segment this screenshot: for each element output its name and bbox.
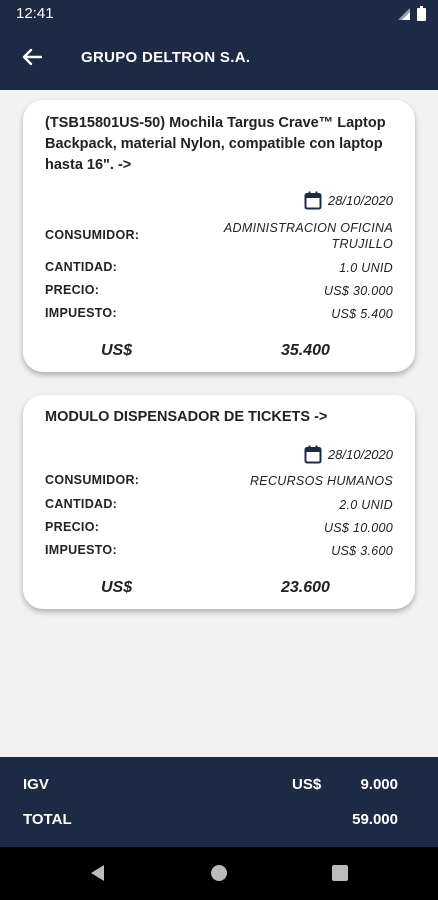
triangle-back-icon[interactable] [89, 864, 107, 887]
square-recents-icon[interactable] [331, 864, 349, 887]
price-value: US$ 30.000 [323, 284, 393, 298]
calendar-icon [304, 445, 322, 464]
consumer-line-2: TRUJILLO [331, 237, 393, 251]
status-bar: 12:41 [0, 0, 438, 28]
price-label: PRECIO: [45, 283, 100, 297]
order-card[interactable]: (TSB15801US-50) Mochila Targus Crave™ La… [23, 100, 415, 372]
price-row: PRECIO: US$ 30.000 [45, 283, 393, 299]
price-label: PRECIO: [45, 520, 100, 534]
page-title: GRUPO DELTRON S.A. [81, 49, 251, 66]
total-value: 35.400 [281, 342, 330, 359]
battery-icon [417, 6, 426, 26]
consumer-label: CONSUMIDOR: [45, 473, 140, 487]
signal-icon [397, 7, 411, 26]
price-value: US$ 10.000 [323, 521, 393, 535]
tax-value: US$ 3.600 [331, 544, 393, 558]
summary-footer: IGV US$ 9.000 TOTAL 59.000 [0, 757, 438, 847]
date-display: 28/10/2020 [304, 445, 393, 464]
consumer-value: RECURSOS HUMANOS [249, 474, 393, 488]
system-nav-bar [0, 847, 438, 900]
tax-label: IMPUESTO: [45, 306, 117, 320]
tax-row: IMPUESTO: US$ 5.400 [45, 306, 393, 322]
arrow-left-icon [22, 48, 43, 71]
order-card[interactable]: MODULO DISPENSADOR DE TICKETS -> 28/10/2… [23, 395, 415, 609]
tax-row: IMPUESTO: US$ 3.600 [45, 543, 393, 559]
quantity-row: CANTIDAD: 1.0 UNID [45, 260, 393, 276]
date-text: 28/10/2020 [327, 193, 393, 208]
product-title: MODULO DISPENSADOR DE TICKETS -> [45, 409, 328, 425]
calendar-icon [304, 191, 322, 210]
consumer-row: CONSUMIDOR: RECURSOS HUMANOS [45, 473, 393, 489]
date-display: 28/10/2020 [304, 191, 393, 210]
igv-currency: US$ [292, 776, 322, 793]
content-area: (TSB15801US-50) Mochila Targus Crave™ La… [0, 90, 438, 757]
tax-label: IMPUESTO: [45, 543, 117, 557]
igv-value: 9.000 [360, 776, 398, 793]
back-button[interactable] [14, 43, 50, 75]
consumer-value: ADMINISTRACION OFICINA TRUJILLO [224, 220, 393, 252]
quantity-row: CANTIDAD: 2.0 UNID [45, 497, 393, 513]
igv-label: IGV [23, 776, 49, 793]
total-value: 23.600 [281, 579, 330, 596]
quantity-value: 1.0 UNID [339, 261, 393, 275]
app-bar: GRUPO DELTRON S.A. [0, 28, 438, 90]
quantity-label: CANTIDAD: [45, 260, 118, 274]
consumer-row: CONSUMIDOR: ADMINISTRACION OFICINA TRUJI… [45, 220, 393, 252]
tax-value: US$ 5.400 [331, 307, 393, 321]
circle-home-icon[interactable] [210, 864, 228, 887]
status-icons [397, 6, 426, 26]
quantity-value: 2.0 UNID [339, 498, 393, 512]
status-time: 12:41 [16, 5, 54, 22]
date-text: 28/10/2020 [327, 447, 393, 462]
price-row: PRECIO: US$ 10.000 [45, 520, 393, 536]
total-label: TOTAL [23, 811, 72, 828]
consumer-line-1: ADMINISTRACION OFICINA [223, 221, 393, 235]
quantity-label: CANTIDAD: [45, 497, 118, 511]
total-currency: US$ [101, 579, 133, 596]
grand-total-value: 59.000 [352, 811, 398, 828]
total-currency: US$ [101, 342, 133, 359]
product-title: (TSB15801US-50) Mochila Targus Crave™ La… [45, 115, 386, 173]
consumer-label: CONSUMIDOR: [45, 228, 140, 242]
